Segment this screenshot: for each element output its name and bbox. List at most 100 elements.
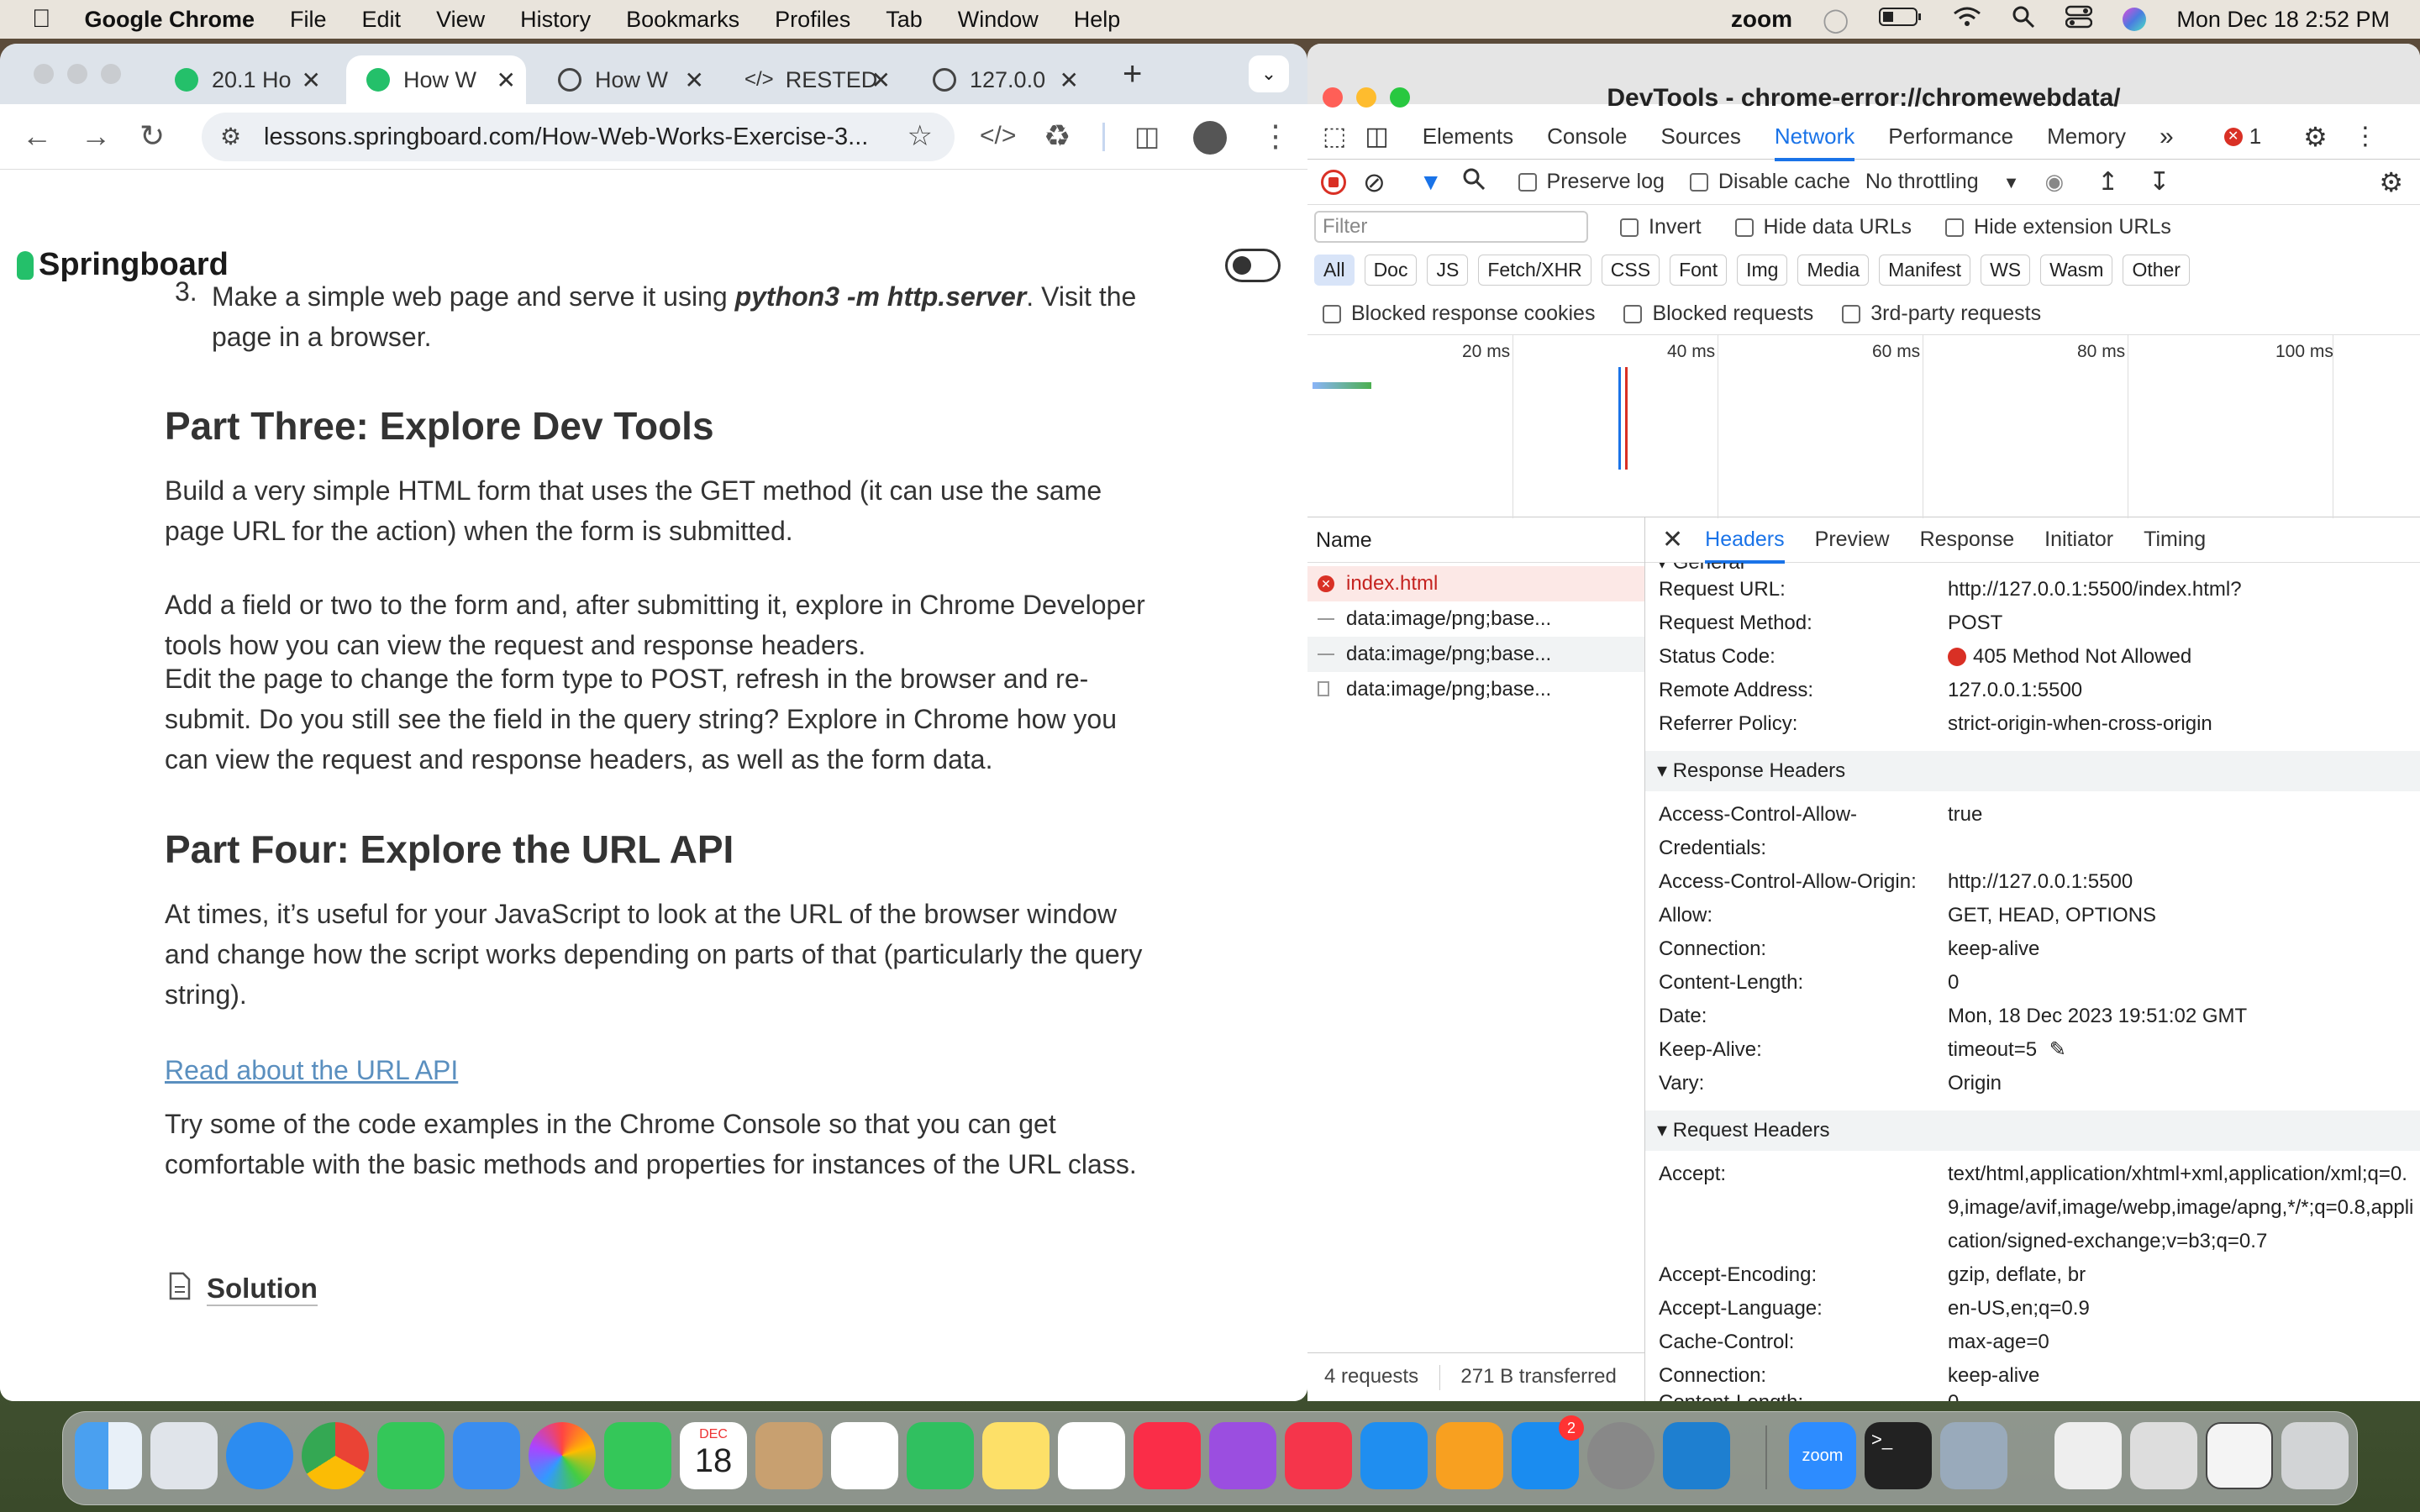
type-filter-img[interactable]: Img: [1737, 254, 1788, 286]
tab-preview[interactable]: Preview: [1815, 528, 1890, 552]
url-api-link[interactable]: Read about the URL API: [165, 1050, 1156, 1090]
hide-data-urls-checkbox[interactable]: Hide data URLs: [1734, 215, 1912, 239]
spotlight-search-icon[interactable]: [2012, 5, 2035, 34]
throttling-select[interactable]: No throttling ▼: [1865, 170, 2020, 194]
zoom-status[interactable]: zoom: [1731, 6, 1792, 33]
contacts-icon[interactable]: [755, 1422, 823, 1489]
type-filter-other[interactable]: Other: [2123, 254, 2190, 286]
music-icon[interactable]: [1134, 1422, 1201, 1489]
news-icon[interactable]: [1285, 1422, 1352, 1489]
tab-memory[interactable]: Memory: [2047, 123, 2126, 150]
record-stop-icon[interactable]: [1321, 169, 1346, 195]
hide-extension-urls-checkbox[interactable]: Hide extension URLs: [1945, 215, 2171, 239]
menu-help[interactable]: Help: [1074, 7, 1121, 33]
terminal-icon[interactable]: >_: [1865, 1422, 1932, 1489]
screenshot-thumbnail-icon[interactable]: [2130, 1422, 2197, 1489]
type-filter-css[interactable]: CSS: [1601, 254, 1660, 286]
tab-network[interactable]: Network: [1774, 112, 1855, 161]
document-thumbnail-icon[interactable]: [2054, 1422, 2122, 1489]
tab-performance[interactable]: Performance: [1888, 123, 2013, 150]
export-har-icon[interactable]: ↧: [2149, 167, 2170, 197]
type-filter-js[interactable]: JS: [1427, 254, 1469, 286]
podcasts-icon[interactable]: [1209, 1422, 1276, 1489]
request-row[interactable]: data:image/png;base...: [1307, 601, 1644, 637]
window-thumbnail-icon[interactable]: [2206, 1422, 2273, 1489]
import-har-icon[interactable]: ↥: [2097, 167, 2118, 197]
preview-icon[interactable]: [1940, 1422, 2007, 1489]
tab-elements[interactable]: Elements: [1423, 123, 1513, 150]
tab-response[interactable]: Response: [1920, 528, 2015, 552]
type-filter-all[interactable]: All: [1314, 254, 1355, 286]
control-center-icon[interactable]: [2065, 5, 2093, 34]
edit-pencil-icon[interactable]: ✎: [2049, 1038, 2066, 1061]
network-conditions-icon[interactable]: ◉: [2044, 169, 2064, 195]
mail-icon[interactable]: [453, 1422, 520, 1489]
apple-icon[interactable]: : [32, 5, 51, 34]
photos-icon[interactable]: [529, 1422, 596, 1489]
tab-initiator[interactable]: Initiator: [2044, 528, 2113, 552]
type-filter-doc[interactable]: Doc: [1364, 254, 1418, 286]
menu-app-name[interactable]: Google Chrome: [85, 7, 255, 33]
network-timeline-overview[interactable]: 20 ms 40 ms 60 ms 80 ms 100 ms: [1307, 334, 2420, 518]
preserve-log-checkbox[interactable]: Preserve log: [1518, 170, 1665, 194]
menu-window[interactable]: Window: [958, 7, 1039, 33]
settings-gear-icon[interactable]: ⚙: [2303, 121, 2328, 153]
notes-icon[interactable]: [982, 1422, 1050, 1489]
solution-toggle[interactable]: Solution: [168, 1272, 318, 1307]
request-row-index-html[interactable]: ✕ index.html: [1307, 566, 1644, 601]
device-toolbar-icon[interactable]: ◫: [1365, 122, 1388, 151]
search-icon[interactable]: [1463, 168, 1485, 196]
inspect-element-icon[interactable]: ⬚: [1323, 122, 1346, 151]
reminders-icon[interactable]: [831, 1422, 898, 1489]
url-api-link-text[interactable]: Read about the URL API: [165, 1055, 458, 1085]
menu-profiles[interactable]: Profiles: [775, 7, 850, 33]
blocked-cookies-checkbox[interactable]: Blocked response cookies: [1323, 302, 1595, 326]
vscode-icon[interactable]: [1663, 1422, 1730, 1489]
menu-edit[interactable]: Edit: [362, 7, 402, 33]
system-settings-icon[interactable]: [1587, 1422, 1655, 1489]
type-filter-ws[interactable]: WS: [1981, 254, 2031, 286]
siri-icon[interactable]: [2123, 8, 2147, 31]
safari-icon[interactable]: [226, 1422, 293, 1489]
clear-icon[interactable]: ⊘: [1363, 166, 1386, 198]
type-filter-media[interactable]: Media: [1797, 254, 1870, 286]
menu-history[interactable]: History: [520, 7, 591, 33]
close-detail-icon[interactable]: ✕: [1662, 525, 1683, 554]
numbers-icon[interactable]: [907, 1422, 974, 1489]
keynote-icon[interactable]: [1360, 1422, 1428, 1489]
calendar-icon[interactable]: DEC 18: [680, 1422, 747, 1489]
tab-sources[interactable]: Sources: [1661, 123, 1741, 150]
close-window-button[interactable]: [1323, 87, 1343, 108]
finder-icon[interactable]: [75, 1422, 142, 1489]
menu-bookmarks[interactable]: Bookmarks: [626, 7, 739, 33]
clock[interactable]: Mon Dec 18 2:52 PM: [2176, 7, 2390, 33]
devtools-menu-icon[interactable]: ⋮: [2353, 122, 2378, 151]
request-headers-section[interactable]: ▾ Request Headers: [1645, 1110, 2420, 1151]
zoom-app-icon[interactable]: zoom: [1789, 1422, 1856, 1489]
type-filter-font[interactable]: Font: [1670, 254, 1728, 286]
request-row[interactable]: data:image/png;base...: [1307, 672, 1644, 707]
battery-icon[interactable]: [1879, 7, 1923, 33]
wifi-icon[interactable]: [1953, 6, 1981, 34]
sync-icon[interactable]: ◯: [1823, 6, 1849, 34]
menu-view[interactable]: View: [436, 7, 485, 33]
tab-console[interactable]: Console: [1547, 123, 1627, 150]
freeform-icon[interactable]: [1058, 1422, 1125, 1489]
type-filter-manifest[interactable]: Manifest: [1879, 254, 1971, 286]
network-settings-icon[interactable]: ⚙: [2379, 166, 2403, 198]
name-column-header[interactable]: Name: [1307, 517, 1644, 563]
more-tabs-icon[interactable]: »: [2160, 123, 2174, 151]
tab-timing[interactable]: Timing: [2144, 528, 2206, 552]
chrome-icon[interactable]: [302, 1422, 369, 1489]
disable-cache-checkbox[interactable]: Disable cache: [1689, 170, 1850, 194]
filter-input[interactable]: Filter: [1314, 211, 1588, 243]
launchpad-icon[interactable]: [150, 1422, 218, 1489]
detail-scroll[interactable]: ▾ General Request URL:http://127.0.0.1:5…: [1645, 563, 2420, 1401]
menu-file[interactable]: File: [290, 7, 327, 33]
trash-icon[interactable]: [2281, 1422, 2349, 1489]
type-filter-wasm[interactable]: Wasm: [2040, 254, 2113, 286]
invert-checkbox[interactable]: Invert: [1620, 215, 1702, 239]
third-party-checkbox[interactable]: 3rd-party requests: [1842, 302, 2041, 326]
minimize-window-button[interactable]: [1356, 87, 1376, 108]
blocked-requests-checkbox[interactable]: Blocked requests: [1623, 302, 1813, 326]
